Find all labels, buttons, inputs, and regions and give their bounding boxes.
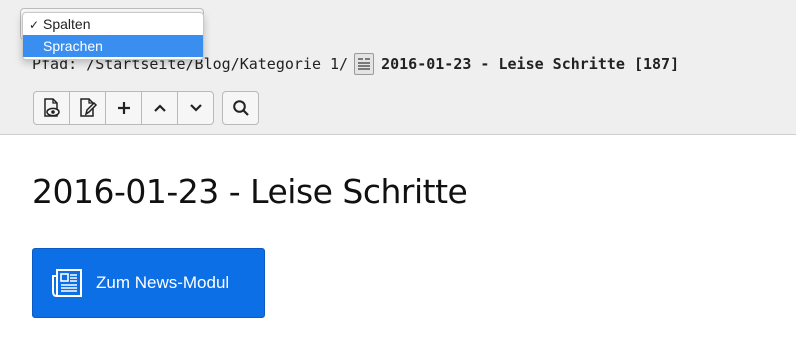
toolbar-group-search bbox=[222, 91, 259, 125]
preview-button[interactable] bbox=[33, 91, 70, 125]
checkmark-icon: ✓ bbox=[29, 18, 40, 32]
dropdown-option-label: Spalten bbox=[43, 16, 91, 32]
preview-icon bbox=[43, 98, 60, 117]
edit-icon bbox=[79, 98, 97, 117]
add-button[interactable] bbox=[105, 91, 142, 125]
view-select-dropdown: ✓ Spalten Sprachen bbox=[22, 12, 204, 60]
dropdown-option-label: Sprachen bbox=[43, 38, 103, 54]
news-page-icon bbox=[354, 53, 375, 75]
move-down-button[interactable] bbox=[177, 91, 214, 125]
toolbar bbox=[33, 91, 267, 125]
page-header: ✓ Spalten Sprachen Pfad: /Startseite/Blog… bbox=[0, 0, 796, 135]
move-up-button[interactable] bbox=[141, 91, 178, 125]
news-module-label: Zum News-Modul bbox=[96, 273, 230, 292]
news-icon bbox=[51, 268, 83, 298]
plus-icon bbox=[117, 102, 130, 114]
chevron-down-icon bbox=[189, 104, 202, 112]
chevron-up-icon bbox=[153, 104, 166, 112]
search-button[interactable] bbox=[222, 91, 259, 125]
toolbar-group-edit bbox=[33, 91, 214, 125]
edit-button[interactable] bbox=[69, 91, 106, 125]
search-icon bbox=[232, 100, 249, 116]
dropdown-option-spalten[interactable]: ✓ Spalten bbox=[23, 13, 203, 35]
article-heading: 2016-01-23 - Leise Schritte bbox=[32, 172, 468, 211]
page-title: 2016-01-23 - Leise Schritte [187] bbox=[381, 55, 680, 73]
dropdown-option-sprachen[interactable]: Sprachen bbox=[23, 35, 203, 57]
news-module-button[interactable]: Zum News-Modul bbox=[32, 248, 265, 318]
